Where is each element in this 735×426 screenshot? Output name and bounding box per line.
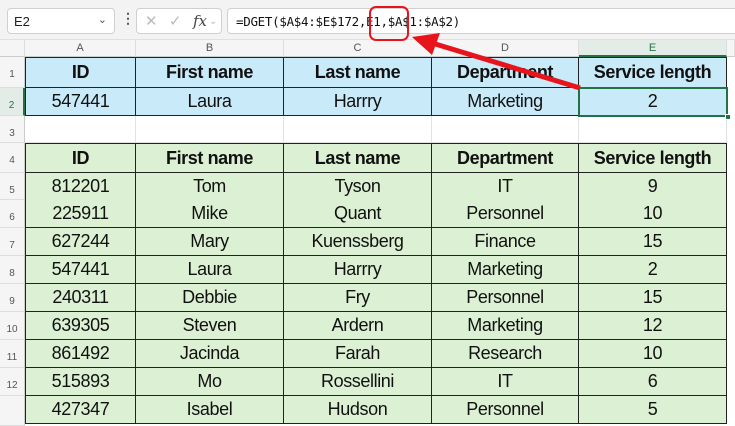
highlight-box [369, 6, 409, 41]
arrow-head-icon [412, 33, 440, 55]
annotation-layer [369, 6, 581, 91]
arrow-shaft [431, 40, 581, 91]
